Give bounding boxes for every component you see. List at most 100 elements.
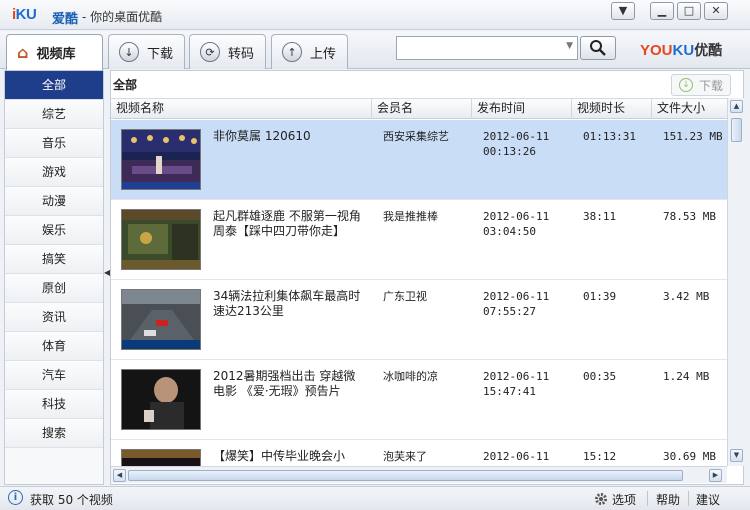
sidebar-item-funny[interactable]: 搞笑 [5, 245, 103, 274]
video-publish-time: 2012-06-11 07:55:27 [483, 290, 550, 318]
title-bar: iKU 爱酷 - 你的桌面优酷 ▼ ▁ □ ✕ [0, 0, 750, 30]
download-label: 下载 [698, 78, 723, 93]
app-subtitle: - 你的桌面优酷 [82, 10, 163, 24]
video-thumbnail[interactable] [121, 369, 201, 430]
sidebar-item-search[interactable]: 搜索 [5, 419, 103, 448]
download-icon: ↓ [678, 78, 693, 92]
tab-upload[interactable]: ↑ 上传 [271, 34, 348, 69]
sidebar-item-games[interactable]: 游戏 [5, 158, 103, 187]
divider [688, 491, 689, 506]
video-duration: 01:13:31 [583, 130, 636, 143]
horizontal-scrollbar[interactable]: ◀ ▶ [111, 466, 727, 483]
table-header: 视频名称 会员名 发布时间 视频时长 文件大小 [111, 98, 727, 119]
video-publish-time: 2012-06-11 15:47:41 [483, 370, 550, 398]
scroll-thumb[interactable] [128, 470, 683, 481]
table-row[interactable]: 34辆法拉利集体飙车最高时速达213公里 广东卫视 2012-06-11 07:5… [111, 280, 727, 360]
convert-icon: ⟳ [200, 42, 220, 62]
search-box: ▼ [396, 36, 578, 60]
close-button[interactable]: ✕ [704, 2, 728, 20]
video-thumbnail[interactable] [121, 129, 201, 190]
video-user: 冰咖啡的凉 [383, 370, 438, 383]
tab-download[interactable]: ↓ 下载 [108, 34, 185, 69]
search-input[interactable] [397, 37, 557, 59]
sidebar-item-tech[interactable]: 科技 [5, 390, 103, 419]
video-title[interactable]: 【爆笑】中传毕业晚会小 [213, 449, 363, 464]
column-header-date[interactable]: 发布时间 [471, 99, 571, 119]
category-sidebar: 全部 综艺 音乐 游戏 动漫 娱乐 搞笑 原创 资讯 体育 汽车 科技 搜索 [4, 70, 104, 485]
tab-label: 下载 [147, 46, 174, 62]
video-thumbnail[interactable] [121, 449, 201, 466]
video-user: 广东卫视 [383, 290, 427, 303]
minimize-button[interactable]: ▁ [650, 2, 674, 20]
video-list-panel: 全部 ↓ 下载 视频名称 会员名 发布时间 视频时长 文件大小 非你莫属 120… [110, 70, 744, 485]
logo-text: KU [15, 6, 37, 23]
toolbar: ⌂ 视频库 ↓ 下载 ⟳ 转码 ↑ 上传 ▼ YOUKU优酷 [0, 31, 750, 70]
menu-dropdown-button[interactable]: ▼ [611, 2, 635, 20]
tab-video-library[interactable]: ⌂ 视频库 [6, 34, 103, 70]
table-row[interactable]: 【爆笑】中传毕业晚会小 泡芙来了 2012-06-11 15:12 30.69 … [111, 440, 727, 466]
info-icon: i [8, 490, 23, 505]
scroll-up-icon[interactable]: ▲ [730, 100, 743, 113]
column-header-user[interactable]: 会员名 [371, 99, 471, 119]
feedback-link[interactable]: 建议 [696, 491, 720, 508]
tab-label: 上传 [310, 46, 337, 62]
video-thumbnail[interactable] [121, 209, 201, 270]
youku-logo: YOUKU优酷 [640, 42, 723, 59]
divider [647, 491, 648, 506]
tab-label: 转码 [228, 46, 255, 62]
scroll-right-icon[interactable]: ▶ [709, 469, 722, 482]
sidebar-item-music[interactable]: 音乐 [5, 129, 103, 158]
video-user: 泡芙来了 [383, 450, 427, 463]
sidebar-item-entertainment[interactable]: 娱乐 [5, 216, 103, 245]
scroll-thumb[interactable] [731, 118, 742, 142]
video-table: 非你莫属 120610 西安采集综艺 2012-06-11 00:13:26 01… [111, 120, 727, 466]
column-header-size[interactable]: 文件大小 [651, 99, 727, 119]
options-link[interactable]: 选项 [612, 491, 636, 508]
sidebar-item-sports[interactable]: 体育 [5, 332, 103, 361]
column-header-title[interactable]: 视频名称 [111, 99, 371, 119]
video-duration: 38:11 [583, 210, 617, 223]
upload-icon: ↑ [282, 42, 302, 62]
video-size: 3.42 MB [663, 290, 710, 303]
video-user: 西安采集综艺 [383, 130, 449, 143]
video-user: 我是推推棒 [383, 210, 438, 223]
section-title: 全部 [111, 71, 743, 98]
status-text: 获取 50 个视频 [30, 493, 113, 507]
video-title[interactable]: 2012暑期强档出击 穿越微电影 《爱·无瑕》预告片 [213, 369, 363, 399]
home-icon: ⌂ [17, 43, 29, 62]
table-row[interactable]: 非你莫属 120610 西安采集综艺 2012-06-11 00:13:26 01… [111, 120, 727, 200]
tab-label: 视频库 [36, 47, 76, 62]
column-header-duration[interactable]: 视频时长 [571, 99, 651, 119]
search-history-dropdown-icon[interactable]: ▼ [566, 41, 573, 51]
table-row[interactable]: 起凡群雄逐鹿 不服第一视角周泰【踩中四刀带你走】 我是推推棒 2012-06-1… [111, 200, 727, 280]
scroll-down-icon[interactable]: ▼ [730, 449, 743, 462]
vertical-scrollbar[interactable]: ▲ ▼ [727, 98, 744, 466]
video-publish-time: 2012-06-11 03:04:50 [483, 210, 550, 238]
video-size: 78.53 MB [663, 210, 716, 223]
sidebar-item-news[interactable]: 资讯 [5, 303, 103, 332]
video-duration: 15:12 [583, 450, 617, 463]
download-button[interactable]: ↓ 下载 [671, 74, 731, 96]
iku-logo: iKU [12, 6, 37, 23]
search-icon [590, 40, 606, 56]
video-size: 1.24 MB [663, 370, 710, 383]
sidebar-item-anime[interactable]: 动漫 [5, 187, 103, 216]
scroll-left-icon[interactable]: ◀ [113, 469, 126, 482]
sidebar-item-original[interactable]: 原创 [5, 274, 103, 303]
video-title[interactable]: 34辆法拉利集体飙车最高时速达213公里 [213, 289, 363, 319]
video-title[interactable]: 非你莫属 120610 [213, 129, 363, 144]
download-icon: ↓ [119, 42, 139, 62]
video-duration: 01:39 [583, 290, 617, 303]
help-link[interactable]: 帮助 [656, 491, 680, 508]
table-row[interactable]: 2012暑期强档出击 穿越微电影 《爱·无瑕》预告片 冰咖啡的凉 2012-06… [111, 360, 727, 440]
sidebar-item-all[interactable]: 全部 [5, 71, 103, 100]
sidebar-item-variety[interactable]: 综艺 [5, 100, 103, 129]
search-button[interactable] [580, 36, 616, 60]
sidebar-item-auto[interactable]: 汽车 [5, 361, 103, 390]
video-title[interactable]: 起凡群雄逐鹿 不服第一视角周泰【踩中四刀带你走】 [213, 209, 363, 239]
tab-convert[interactable]: ⟳ 转码 [189, 34, 266, 69]
gear-icon [595, 493, 607, 505]
video-thumbnail[interactable] [121, 289, 201, 350]
video-publish-time: 2012-06-11 [483, 450, 550, 463]
maximize-button[interactable]: □ [677, 2, 701, 20]
